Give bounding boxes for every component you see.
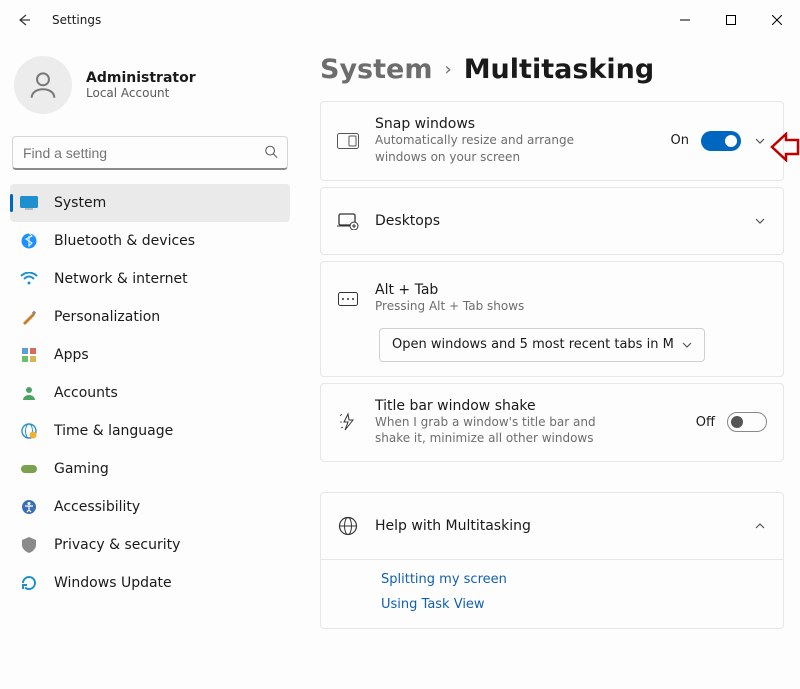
expand-button[interactable] — [753, 214, 767, 228]
nav-item-accessibility[interactable]: Accessibility — [10, 488, 290, 526]
toggle-state: Off — [696, 415, 715, 430]
nav-label: Accounts — [54, 385, 118, 401]
card-title: Snap windows — [375, 116, 655, 132]
shield-icon — [20, 536, 38, 554]
breadcrumb: System › Multitasking — [320, 54, 800, 85]
card-subtitle: Pressing Alt + Tab shows — [375, 298, 595, 315]
nav-list: System Bluetooth & devices Network & int… — [10, 184, 290, 602]
profile-name: Administrator — [86, 70, 196, 86]
arrow-left-icon — [16, 12, 32, 28]
annotation-arrow-icon — [770, 132, 800, 166]
wifi-icon — [20, 270, 38, 288]
back-button[interactable] — [6, 2, 42, 38]
card-subtitle: When I grab a window's title bar and sha… — [375, 414, 615, 448]
nav-label: Apps — [54, 347, 89, 363]
close-button[interactable] — [754, 4, 800, 36]
snap-toggle[interactable] — [701, 131, 741, 151]
select-value: Open windows and 5 most recent tabs in M — [392, 337, 674, 352]
globe-clock-icon — [20, 422, 38, 440]
nav-item-accounts[interactable]: Accounts — [10, 374, 290, 412]
card-snap-windows: Snap windows Automatically resize and ar… — [320, 101, 784, 181]
minimize-button[interactable] — [662, 4, 708, 36]
card-title: Alt + Tab — [375, 282, 767, 298]
card-title-bar-shake: Title bar window shake When I grab a win… — [320, 383, 784, 463]
desktops-icon — [337, 212, 359, 230]
help-link-task-view[interactable]: Using Task View — [381, 597, 767, 612]
display-icon — [20, 194, 38, 212]
nav-label: Bluetooth & devices — [54, 233, 195, 249]
nav-label: Personalization — [54, 309, 160, 325]
update-icon — [20, 574, 38, 592]
card-title: Help with Multitasking — [375, 518, 737, 534]
person-icon — [26, 68, 60, 102]
chevron-down-icon — [754, 215, 766, 227]
shake-icon — [337, 412, 359, 432]
sidebar: Administrator Local Account System Bluet… — [0, 40, 300, 689]
nav-label: Gaming — [54, 461, 109, 477]
brush-icon — [20, 308, 38, 326]
alttab-icon — [337, 292, 359, 306]
card-help: Help with Multitasking Splitting my scre… — [320, 492, 784, 629]
account-icon — [20, 384, 38, 402]
nav-label: Time & language — [54, 423, 173, 439]
profile-block[interactable]: Administrator Local Account — [10, 48, 290, 134]
card-alt-tab: Alt + Tab Pressing Alt + Tab shows Open … — [320, 261, 784, 377]
nav-label: Accessibility — [54, 499, 140, 515]
window-controls — [662, 4, 800, 36]
nav-item-gaming[interactable]: Gaming — [10, 450, 290, 488]
nav-label: System — [54, 195, 106, 211]
chevron-down-icon — [680, 338, 694, 352]
bluetooth-icon — [20, 232, 38, 250]
card-title: Desktops — [375, 213, 737, 229]
alttab-select[interactable]: Open windows and 5 most recent tabs in M — [379, 328, 705, 362]
nav-label: Privacy & security — [54, 537, 180, 553]
content: System › Multitasking Snap windows Autom… — [300, 40, 800, 689]
toggle-state: On — [671, 133, 689, 148]
gaming-icon — [20, 460, 38, 478]
snap-icon — [337, 133, 359, 149]
chevron-up-icon — [753, 519, 767, 533]
window-title: Settings — [52, 13, 101, 27]
help-icon — [337, 516, 359, 536]
card-desktops[interactable]: Desktops — [320, 187, 784, 255]
help-link-split-screen[interactable]: Splitting my screen — [381, 572, 767, 587]
chevron-down-icon — [754, 135, 766, 147]
titlebar: Settings — [0, 0, 800, 40]
expand-button[interactable] — [753, 134, 767, 148]
nav-item-bluetooth[interactable]: Bluetooth & devices — [10, 222, 290, 260]
chevron-right-icon: › — [444, 59, 451, 80]
nav-item-apps[interactable]: Apps — [10, 336, 290, 374]
help-header[interactable]: Help with Multitasking — [321, 493, 783, 559]
search-input[interactable] — [12, 136, 288, 170]
nav-item-system[interactable]: System — [10, 184, 290, 222]
breadcrumb-root[interactable]: System — [320, 54, 432, 85]
avatar — [14, 56, 72, 114]
profile-sub: Local Account — [86, 86, 196, 100]
nav-item-privacy[interactable]: Privacy & security — [10, 526, 290, 564]
apps-icon — [20, 346, 38, 364]
nav-item-network[interactable]: Network & internet — [10, 260, 290, 298]
nav-item-windows-update[interactable]: Windows Update — [10, 564, 290, 602]
card-title: Title bar window shake — [375, 398, 680, 414]
nav-item-time-language[interactable]: Time & language — [10, 412, 290, 450]
nav-item-personalization[interactable]: Personalization — [10, 298, 290, 336]
maximize-button[interactable] — [708, 4, 754, 36]
shake-toggle[interactable] — [727, 412, 767, 432]
accessibility-icon — [20, 498, 38, 516]
nav-label: Network & internet — [54, 271, 188, 287]
nav-label: Windows Update — [54, 575, 172, 591]
card-subtitle: Automatically resize and arrange windows… — [375, 132, 595, 166]
page-title: Multitasking — [464, 54, 654, 85]
